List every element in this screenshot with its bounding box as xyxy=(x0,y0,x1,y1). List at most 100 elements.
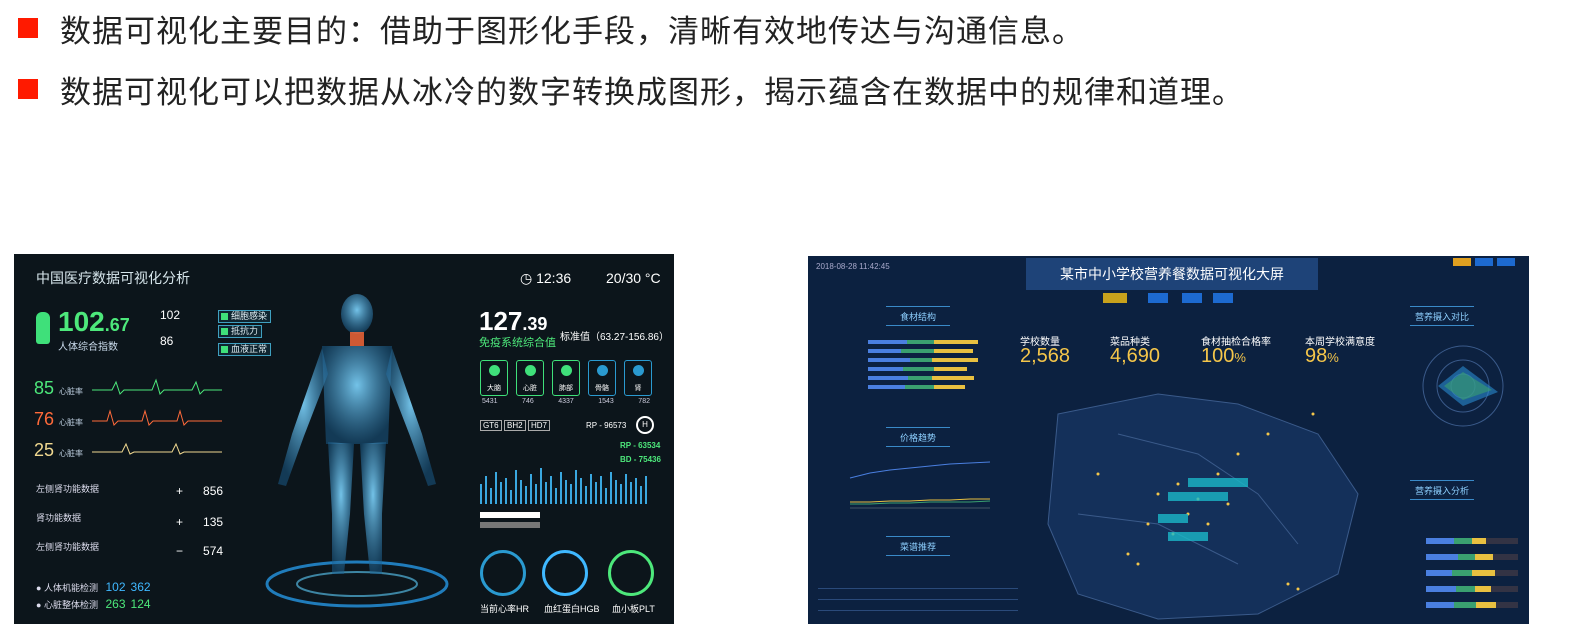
progress-bar xyxy=(480,512,540,518)
filter-button[interactable] xyxy=(1213,293,1233,303)
metric-label: 左侧肾功能数据 xyxy=(36,484,100,494)
medical-dashboard-image: 中国医疗数据可视化分析 ◷ 12:36 20/30 °C 102.67 人体综合… xyxy=(14,254,674,624)
vital-label: 心脏率 xyxy=(59,418,84,427)
body-index-dec: .67 xyxy=(104,315,130,335)
panel-title: 营养摄入对比 xyxy=(1410,306,1474,326)
metric-label: 左侧肾功能数据 xyxy=(36,542,100,552)
ecg-wave xyxy=(92,378,222,395)
panel-title: 营养摄入分析 xyxy=(1410,480,1474,500)
metric-sign: − xyxy=(176,544,184,558)
bottom-value2: 124 xyxy=(130,597,151,611)
kpi-value: 98% xyxy=(1305,345,1339,368)
timestamp: 2018-08-28 11:42:45 xyxy=(816,262,890,271)
metric-sign: + xyxy=(176,515,184,529)
organ-value: 782 xyxy=(638,398,650,405)
tag-resistance: 抵抗力 xyxy=(218,325,263,338)
person-icon xyxy=(36,312,50,344)
spectrum-bars xyxy=(480,468,647,504)
rp2-value: RP - 63534 xyxy=(620,441,661,450)
bullet-text: 数据可视化主要目的：借助于图形化手段，清晰有效地传达与沟通信息。 xyxy=(60,13,1084,50)
kpi-number: 2,568 xyxy=(1020,345,1071,367)
standard-range: 标准值（63.27-156.86） xyxy=(560,332,669,343)
h-icon: H xyxy=(636,416,654,434)
side-value-1: 102 xyxy=(160,308,181,322)
bottom-value: 263 xyxy=(105,597,126,611)
top-filter-button[interactable] xyxy=(1453,258,1471,266)
metric-label: 肾功能数据 xyxy=(36,513,82,523)
top-filter-button[interactable] xyxy=(1497,258,1515,266)
metric-number: 856 xyxy=(203,484,224,498)
rp-value: RP - 96573 xyxy=(586,421,627,430)
bottom-metric: ● 心脏整体检测 263 124 xyxy=(36,597,151,611)
nutrition-analysis-chart xyxy=(1426,538,1518,608)
bottom-metric: ● 人体机能检测 102 362 xyxy=(36,580,151,594)
kpi-number: 98 xyxy=(1305,345,1328,367)
organ-box: 骨骼 xyxy=(588,360,616,396)
bottom-label: 人体机能检测 xyxy=(43,583,98,593)
heart-rate-ring xyxy=(480,550,526,596)
vital-row: 25 心脏率 xyxy=(34,440,83,461)
vital-value: 85 xyxy=(34,378,55,398)
metric-value: + 135 xyxy=(176,515,223,529)
metric-sign: + xyxy=(176,484,184,498)
progress-bar xyxy=(480,522,540,528)
metric-number: 135 xyxy=(203,515,224,529)
bd-value: BD - 75436 xyxy=(620,455,661,464)
organ-value: 746 xyxy=(522,398,534,405)
school-title: 某市中小学校营养餐数据可视化大屏 xyxy=(1026,258,1318,290)
body-index-label: 人体综合指数 xyxy=(58,342,118,353)
kpi-value: 2,568 xyxy=(1020,345,1070,368)
hormone-tag: GT6 xyxy=(480,420,502,431)
organ-value: 5431 xyxy=(482,398,498,405)
organ-box: 大脑 xyxy=(480,360,508,396)
bullet-square-icon xyxy=(18,18,38,38)
price-trend-chart xyxy=(849,461,991,509)
filter-button[interactable] xyxy=(1182,293,1202,303)
kpi-unit: % xyxy=(1327,350,1339,365)
kpi-value: 100% xyxy=(1201,345,1246,368)
bottom-label: 心脏整体检测 xyxy=(43,600,98,610)
hormone-tag: BH2 xyxy=(504,420,526,431)
recipe-table xyxy=(818,578,1018,622)
ring-label: 血小板PLT xyxy=(612,604,655,614)
bottom-value: 102 xyxy=(105,580,126,594)
organ-value: 1543 xyxy=(598,398,614,405)
clock-time: 12:36 xyxy=(536,270,572,286)
immune-label: 免疫系统综合值 xyxy=(479,337,556,349)
side-value-2: 86 xyxy=(160,334,174,348)
school-dashboard-image: 2018-08-28 11:42:45 某市中小学校营养餐数据可视化大屏 食材结… xyxy=(808,256,1529,624)
top-filter-button[interactable] xyxy=(1475,258,1493,266)
immune-dec: .39 xyxy=(522,314,548,334)
bullet-square-icon xyxy=(18,79,38,99)
nutrition-radar-chart xyxy=(1422,345,1504,427)
vital-label: 心脏率 xyxy=(59,449,84,458)
medical-title: 中国医疗数据可视化分析 xyxy=(36,270,190,286)
vital-row: 85 心脏率 xyxy=(34,378,83,399)
panel-title: 食材结构 xyxy=(886,306,950,326)
organ-value: 4337 xyxy=(558,398,574,405)
organ-box: 心脏 xyxy=(516,360,544,396)
metric-value: − 574 xyxy=(176,544,223,558)
bottom-value2: 362 xyxy=(130,580,151,594)
kpi-value: 4,690 xyxy=(1110,345,1160,368)
immune-value: 127.39 xyxy=(479,306,547,337)
filter-button[interactable] xyxy=(1103,293,1127,303)
region-map xyxy=(1047,393,1359,620)
kpi-number: 100 xyxy=(1201,345,1235,367)
panel-title: 价格趋势 xyxy=(886,427,950,447)
filter-button[interactable] xyxy=(1148,293,1168,303)
vital-value: 25 xyxy=(34,440,55,460)
clock: ◷ 12:36 xyxy=(520,270,572,286)
organ-values: 5431 746 4337 1543 782 xyxy=(480,398,652,405)
temperature: 20/30 °C xyxy=(606,270,661,286)
ring-label: 血红蛋白HGB xyxy=(544,604,600,614)
hemoglobin-ring xyxy=(542,550,588,596)
metric-value: + 856 xyxy=(176,484,223,498)
organ-box: 肾 xyxy=(624,360,652,396)
kpi-unit: % xyxy=(1234,350,1246,365)
bullet-text: 数据可视化可以把数据从冰冷的数字转换成图形，揭示蕴含在数据中的规律和道理。 xyxy=(60,74,1244,111)
hormone-tag: HD7 xyxy=(528,420,551,431)
body-index-int: 102 xyxy=(58,306,105,337)
vital-value: 76 xyxy=(34,409,55,429)
ecg-wave xyxy=(92,442,222,455)
